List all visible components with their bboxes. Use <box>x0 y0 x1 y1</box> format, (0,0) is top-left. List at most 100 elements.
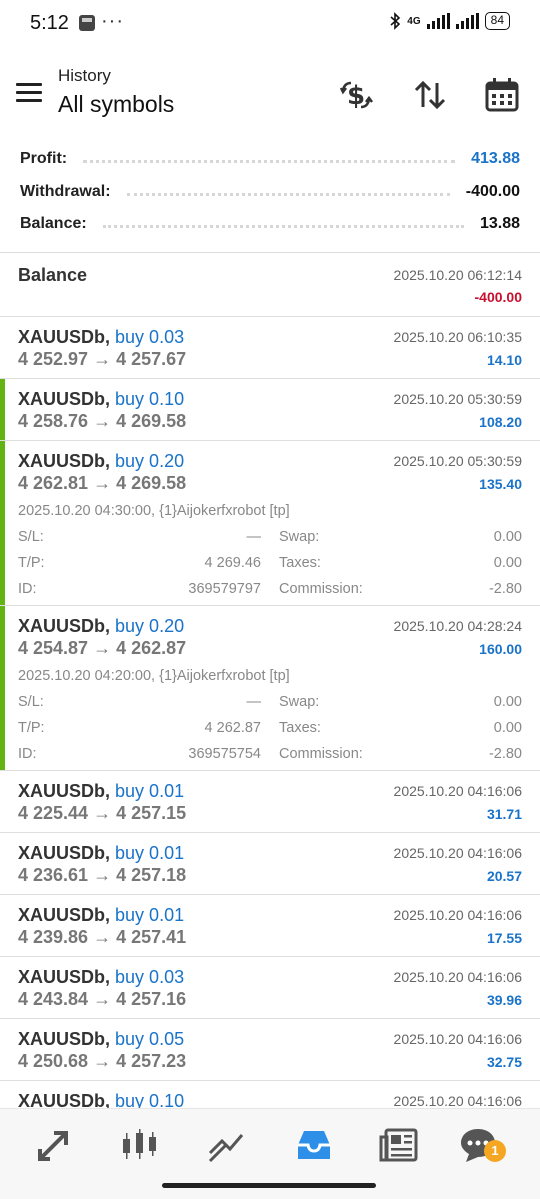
trade-row[interactable]: XAUUSDb, buy 0.10 2025.10.20 04:16:06 <box>0 1081 540 1108</box>
symbol-name: XAUUSDb, <box>18 843 111 863</box>
detail-value-commission: -2.80 <box>488 746 522 762</box>
trade-symbol: XAUUSDb, buy 0.10 <box>18 389 184 410</box>
trade-profit: 31.71 <box>486 806 522 822</box>
history-icon[interactable] <box>292 1123 336 1167</box>
trade-side: buy 0.01 <box>115 905 185 925</box>
network-type: 4G <box>407 15 421 27</box>
dollar-sort-icon[interactable]: $ <box>336 75 376 115</box>
trade-symbol: XAUUSDb, buy 0.20 <box>18 616 184 637</box>
trade-row[interactable]: XAUUSDb, buy 0.20 4 254.87 → 4 262.87 2025… <box>0 606 540 771</box>
symbol-name: XAUUSDb, <box>18 967 111 987</box>
trade-row[interactable]: XAUUSDb, buy 0.20 4 262.81 → 4 269.58 2025… <box>0 441 540 606</box>
detail-value-taxes: 0.00 <box>493 720 522 736</box>
trade-row[interactable]: XAUUSDb, buy 0.01 4 236.61 → 4 257.18 2025… <box>0 833 540 895</box>
detail-label-swap: Swap: <box>279 529 320 545</box>
chart-icon[interactable] <box>118 1123 162 1167</box>
detail-value-swap: 0.00 <box>493 529 522 545</box>
detail-label-swap: Swap: <box>279 694 320 710</box>
trade-symbol: XAUUSDb, buy 0.01 <box>18 781 184 802</box>
quotes-icon[interactable] <box>32 1123 76 1167</box>
symbol-name: XAUUSDb, <box>18 389 111 409</box>
trade-symbol: XAUUSDb, buy 0.03 <box>18 327 184 348</box>
trade-profit: 39.96 <box>486 992 522 1008</box>
trade-profit: 20.57 <box>486 868 522 884</box>
trade-time: 2025.10.20 04:16:06 <box>393 969 522 985</box>
detail-value-id: 369575754 <box>188 746 261 762</box>
header-subtitle: History <box>58 66 111 85</box>
trade-prices: 4 225.44 → 4 257.15 <box>18 803 187 823</box>
home-indicator[interactable] <box>162 1183 376 1188</box>
balance-entry-amount: -400.00 <box>474 289 522 305</box>
trade-prices: 4 236.61 → 4 257.18 <box>18 865 187 885</box>
detail-label-tp: T/P: <box>18 720 45 736</box>
detail-value-tp: 4 269.46 <box>204 555 261 571</box>
trade-profit: 135.40 <box>479 476 522 492</box>
trade-symbol: XAUUSDb, buy 0.01 <box>18 905 184 926</box>
detail-label-commission: Commission: <box>279 746 363 762</box>
balance-value: 13.88 <box>479 215 520 232</box>
calendar-icon[interactable] <box>482 75 522 115</box>
bluetooth-icon <box>390 12 401 30</box>
detail-label-sl: S/L: <box>18 529 44 545</box>
symbol-name: XAUUSDb, <box>18 905 111 925</box>
detail-label-id: ID: <box>18 581 37 597</box>
menu-icon[interactable] <box>16 83 42 103</box>
header-title[interactable]: All symbols <box>58 91 174 118</box>
balance-label: Balance: <box>20 215 87 232</box>
sort-arrows-icon[interactable] <box>410 75 450 115</box>
trade-profit: 160.00 <box>479 641 522 657</box>
trade-row[interactable]: XAUUSDb, buy 0.03 4 243.84 → 4 257.16 2025… <box>0 957 540 1019</box>
trade-time: 2025.10.20 04:16:06 <box>393 783 522 799</box>
withdrawal-label: Withdrawal: <box>20 183 111 200</box>
signal-icon-2 <box>455 13 479 29</box>
trade-prices: 4 254.87 → 4 262.87 <box>18 638 187 658</box>
news-icon[interactable] <box>378 1123 422 1167</box>
trade-prices: 4 262.81 → 4 269.58 <box>18 473 187 493</box>
balance-entry-label: Balance <box>18 265 88 285</box>
trade-symbol: XAUUSDb, buy 0.20 <box>18 451 184 472</box>
battery-icon: 84 <box>484 12 510 30</box>
detail-value-sl: — <box>246 694 262 710</box>
trade-side: buy 0.20 <box>115 451 185 471</box>
trade-profit: 14.10 <box>486 352 522 368</box>
trade-time: 2025.10.20 04:16:06 <box>393 845 522 861</box>
trade-row[interactable]: XAUUSDb, buy 0.01 4 225.44 → 4 257.15 2025… <box>0 771 540 833</box>
trade-side: buy 0.05 <box>115 1029 185 1049</box>
more-notifications-icon: ··· <box>101 10 124 32</box>
trade-profit: 17.55 <box>486 930 522 946</box>
detail-label-commission: Commission: <box>279 581 363 597</box>
trade-time: 2025.10.20 05:30:59 <box>393 453 522 469</box>
history-list[interactable]: Balance 2025.10.20 06:12:14 -400.00 XAUU… <box>0 253 540 1108</box>
detail-label-id: ID: <box>18 746 37 762</box>
trade-comment: 2025.10.20 04:30:00, {1}Aijokerfxrobot [… <box>18 503 290 519</box>
trade-time: 2025.10.20 05:30:59 <box>393 391 522 407</box>
symbol-name: XAUUSDb, <box>18 327 111 347</box>
trade-side: buy 0.03 <box>115 967 185 987</box>
app-header: History All symbols $ <box>0 55 540 135</box>
trade-time: 2025.10.20 04:16:06 <box>393 1093 522 1108</box>
trade-row[interactable]: XAUUSDb, buy 0.10 4 258.76 → 4 269.58 2025… <box>0 379 540 441</box>
trade-time: 2025.10.20 04:16:06 <box>393 907 522 923</box>
trade-side: buy 0.01 <box>115 843 185 863</box>
trade-row[interactable]: XAUUSDb, buy 0.01 4 239.86 → 4 257.41 2025… <box>0 895 540 957</box>
app-notification-icon <box>79 15 95 31</box>
trade-row[interactable]: XAUUSDb, buy 0.05 4 250.68 → 4 257.23 2025… <box>0 1019 540 1081</box>
status-time: 5:12 <box>30 12 69 34</box>
profit-row: Profit: 413.88 <box>20 145 520 173</box>
status-indicators: 4G 84 <box>389 12 510 30</box>
detail-label-taxes: Taxes: <box>279 555 321 571</box>
balance-entry[interactable]: Balance 2025.10.20 06:12:14 -400.00 <box>0 253 540 317</box>
trade-row[interactable]: XAUUSDb, buy 0.03 4 252.97 → 4 257.67 2025… <box>0 317 540 379</box>
trade-side: buy 0.20 <box>115 616 185 636</box>
trade-icon[interactable] <box>204 1123 248 1167</box>
detail-value-swap: 0.00 <box>493 694 522 710</box>
detail-label-taxes: Taxes: <box>279 720 321 736</box>
withdrawal-value: -400.00 <box>465 183 520 200</box>
trade-prices: 4 258.76 → 4 269.58 <box>18 411 187 431</box>
trade-symbol: XAUUSDb, buy 0.03 <box>18 967 184 988</box>
symbol-name: XAUUSDb, <box>18 781 111 801</box>
trade-profit: 32.75 <box>486 1054 522 1070</box>
detail-value-taxes: 0.00 <box>493 555 522 571</box>
trade-time: 2025.10.20 06:10:35 <box>393 329 522 345</box>
symbol-name: XAUUSDb, <box>18 1091 111 1108</box>
